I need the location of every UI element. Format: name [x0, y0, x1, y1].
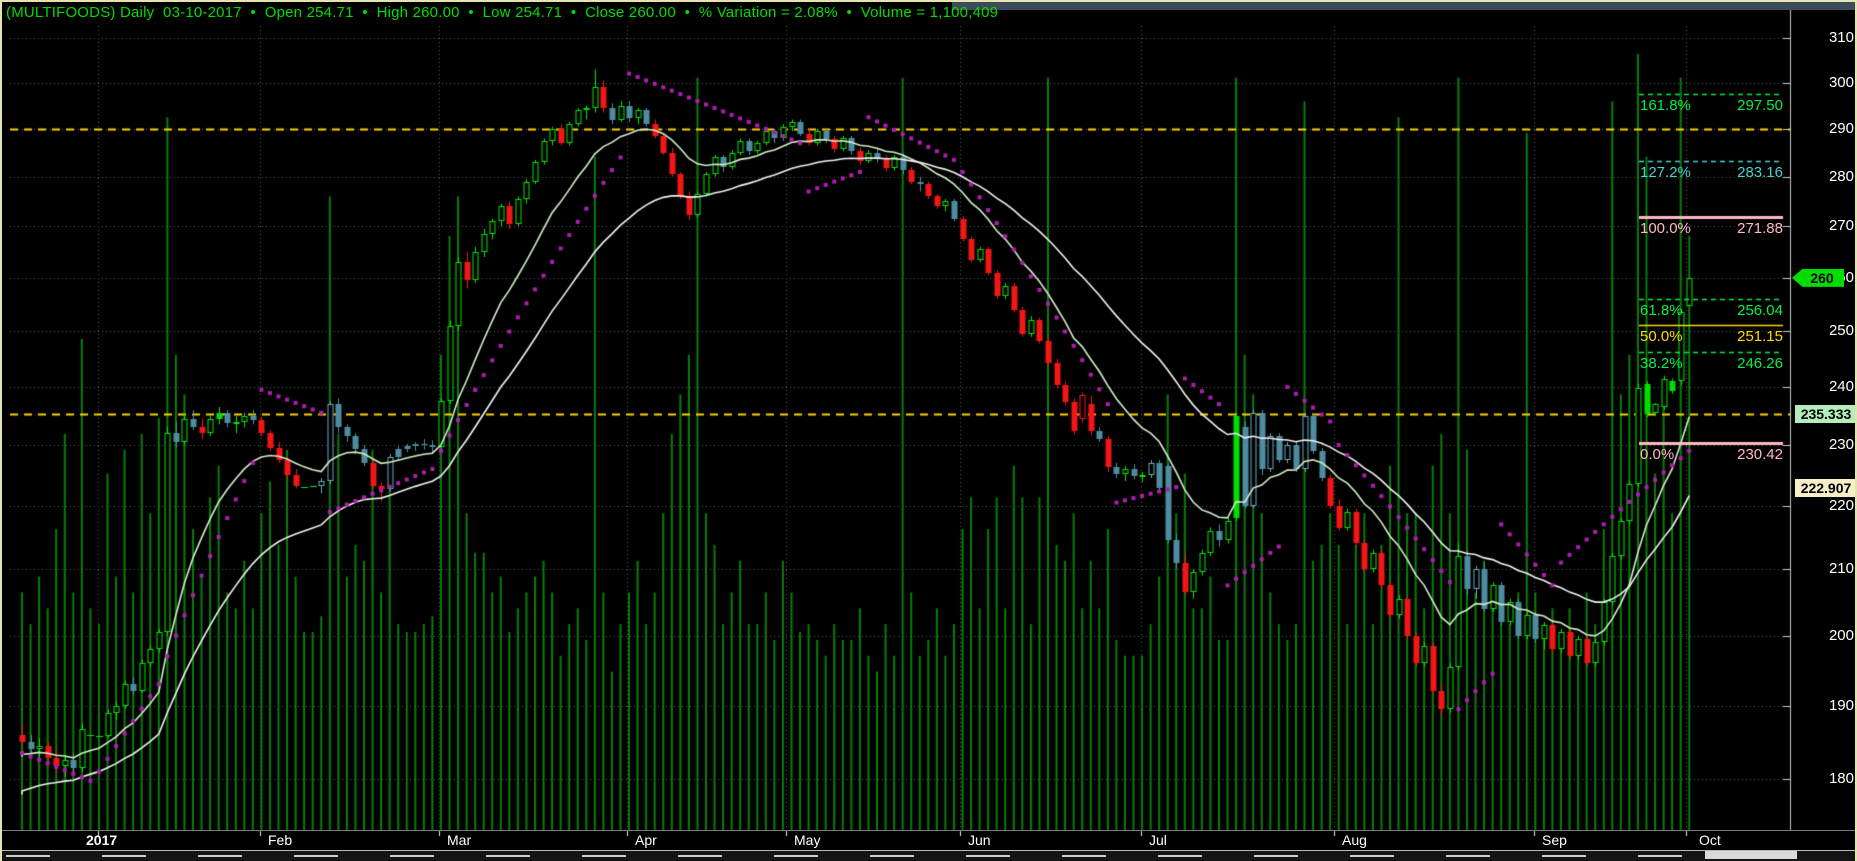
ma-value-tag: 235.333 — [1795, 404, 1855, 423]
fib-percent-label: 161.8% — [1640, 97, 1691, 115]
top-edge-strip — [952, 2, 1855, 10]
price-axis-label: 200 — [1828, 626, 1854, 644]
fib-value-label: 246.26 — [1737, 354, 1783, 372]
chart-window: (MULTIFOODS) Daily 03-10-2017 • Open 254… — [0, 0, 1857, 861]
price-axis-label: 300 — [1828, 73, 1854, 91]
time-axis-label-jul: Jul — [1149, 832, 1167, 848]
price-axis-label: 230 — [1828, 436, 1854, 454]
scrollbar-track-line — [2, 850, 1855, 851]
fib-value-label: 283.16 — [1737, 164, 1783, 182]
price-axis-label: 280 — [1828, 167, 1854, 185]
price-axis-label: 270 — [1828, 217, 1854, 235]
time-axis-label-jun: Jun — [968, 832, 991, 848]
fib-percent-label: 100.0% — [1640, 219, 1691, 237]
current-price-tag: 260 — [1792, 268, 1844, 287]
fib-value-label: 271.88 — [1737, 219, 1783, 237]
fib-level-row: 161.8% 297.50 — [1640, 97, 1783, 114]
fib-value-label: 297.50 — [1737, 97, 1783, 115]
price-axis-label: 310 — [1828, 29, 1854, 46]
fib-percent-label: 38.2% — [1640, 354, 1683, 372]
fib-value-label: 251.15 — [1737, 328, 1783, 346]
price-axis-label: 180 — [1828, 770, 1854, 788]
fib-level-row: 38.2% 246.26 — [1640, 355, 1783, 372]
scrollbar-thumb[interactable] — [1705, 851, 1797, 859]
time-axis-label-apr: Apr — [635, 832, 657, 848]
axis-separator — [2, 830, 1855, 831]
time-axis-label-sep: Sep — [1542, 832, 1567, 848]
price-axis-label: 250 — [1828, 322, 1854, 340]
fib-level-row: 127.2% 283.16 — [1640, 164, 1783, 181]
fib-percent-label: 61.8% — [1640, 301, 1683, 319]
time-axis-label-may: May — [794, 832, 821, 848]
scrollbar-dashes — [6, 855, 1702, 857]
price-axis-label: 190 — [1828, 696, 1854, 714]
ma-value-tag: 222.907 — [1795, 478, 1855, 497]
fib-level-row: 61.8% 256.04 — [1640, 302, 1783, 319]
fib-percent-label: 50.0% — [1640, 328, 1683, 346]
fib-value-label: 256.04 — [1737, 301, 1783, 319]
time-axis-label-2017: 2017 — [86, 832, 118, 848]
fib-percent-label: 127.2% — [1640, 164, 1691, 182]
price-axis-label: 220 — [1828, 496, 1854, 514]
price-chart-canvas[interactable] — [2, 2, 1855, 859]
fib-percent-label: 0.0% — [1640, 445, 1675, 463]
price-axis-label: 290 — [1828, 119, 1854, 137]
fib-level-row: 100.0% 271.88 — [1640, 220, 1783, 237]
time-axis-label-mar: Mar — [447, 832, 472, 848]
price-axis-label: 240 — [1828, 377, 1854, 395]
fib-level-row: 0.0% 230.42 — [1640, 446, 1783, 463]
fib-value-label: 230.42 — [1737, 445, 1783, 463]
info-bar: (MULTIFOODS) Daily 03-10-2017 • Open 254… — [6, 4, 999, 21]
horizontal-scrollbar[interactable] — [2, 850, 1855, 861]
time-axis-label-aug: Aug — [1342, 832, 1367, 848]
fib-level-row: 50.0% 251.15 — [1640, 328, 1783, 345]
price-axis-label: 210 — [1828, 560, 1854, 578]
time-axis-label-oct: Oct — [1699, 832, 1721, 848]
time-axis-label-feb: Feb — [268, 832, 293, 848]
